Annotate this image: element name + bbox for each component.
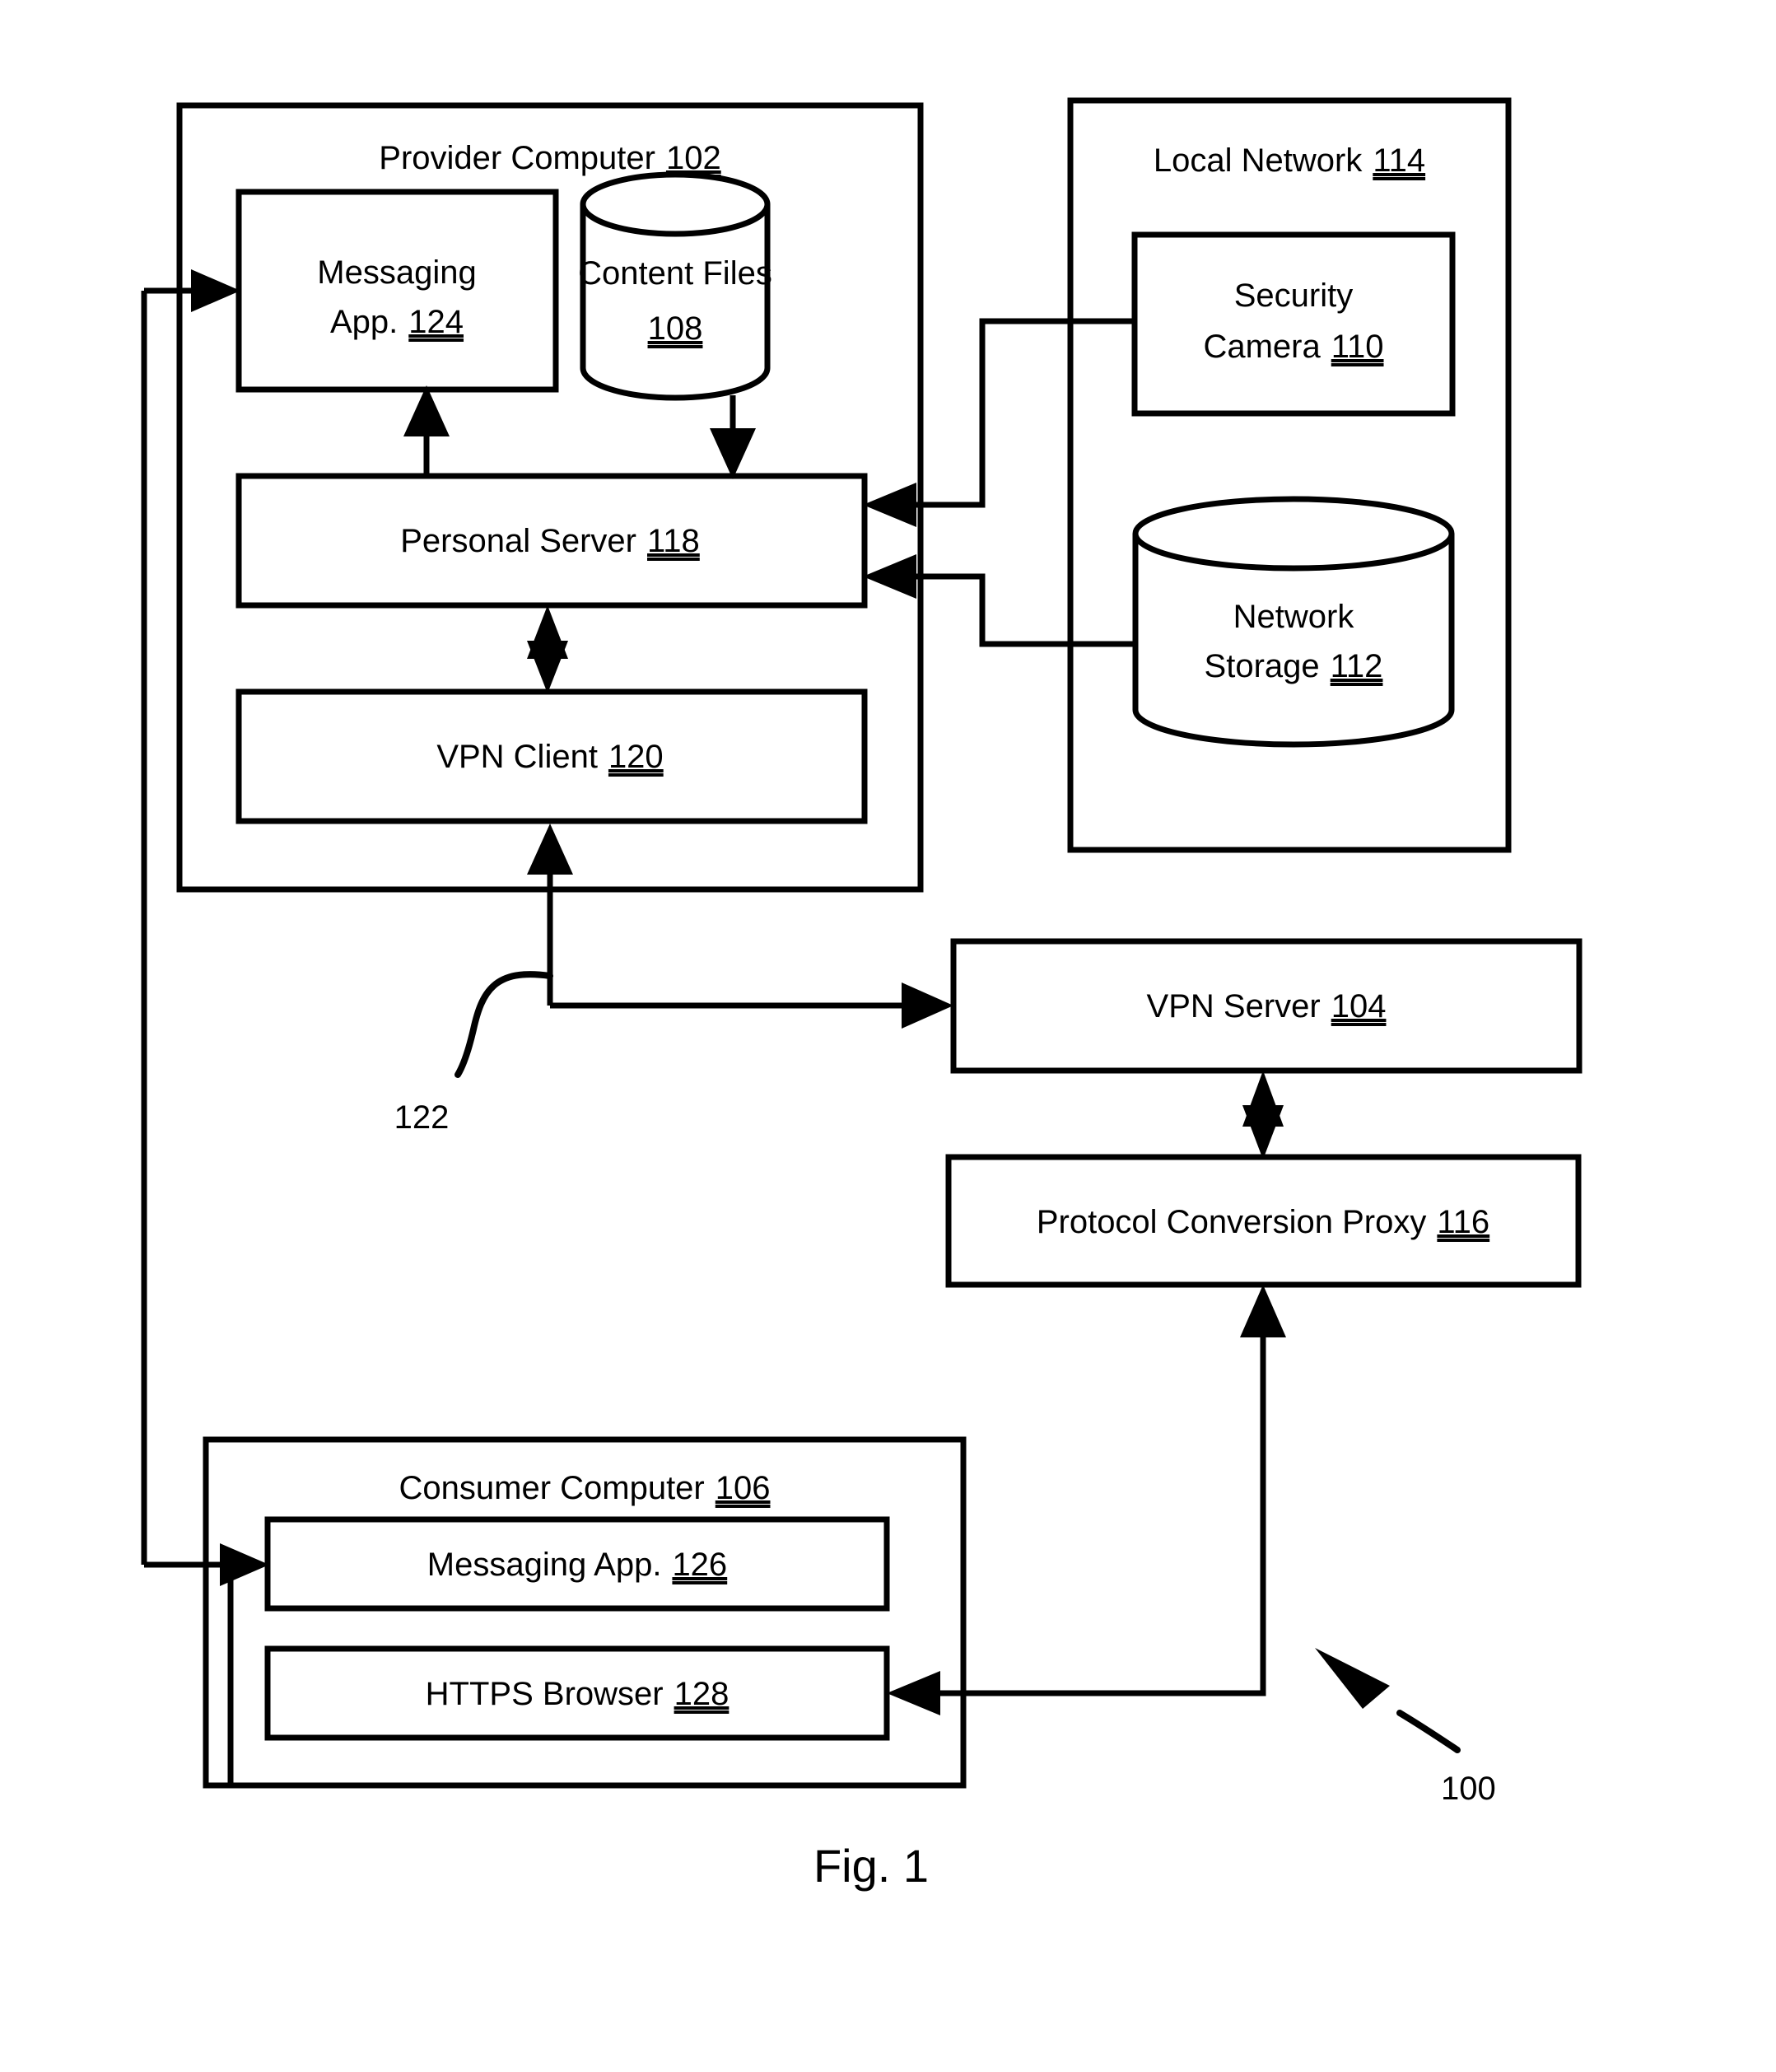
block-https-browser[interactable]: HTTPS Browser 128 [264,1645,890,1741]
provider-computer-ref: 102 [666,140,721,176]
connector-network-storage-to-personal-server [863,554,1135,647]
personal-server-label: Personal Server [400,523,636,559]
block-content-files[interactable]: Content Files 108 [578,171,772,401]
protocol-conversion-proxy-label: Protocol Conversion Proxy [1037,1204,1427,1240]
block-messaging-app-provider[interactable]: Messaging App. 124 [235,189,559,393]
messaging-app-provider-ref: 124 [408,304,464,340]
vpn-client-label: VPN Client [436,739,598,775]
vpn-client-ref: 120 [608,739,664,775]
https-browser-ref: 128 [674,1676,730,1712]
figure-root: Provider Computer 102 Messaging App. 124… [0,0,1776,2072]
arrowhead-up-icon [1240,1285,1286,1337]
connector-vpn-server-to-proxy [1242,1071,1284,1160]
leader-curve [1396,1710,1461,1753]
leader-label-122: 122 [394,1099,450,1136]
patent-figure-diagram: Provider Computer 102 Messaging App. 124… [141,97,1583,1892]
network-storage-label-line1: Network [1233,599,1355,635]
local-network-ref: 114 [1373,142,1425,179]
security-camera-label-line2: Camera [1203,329,1321,365]
leader-curve [454,971,553,1078]
messaging-app-provider-box[interactable] [235,189,559,393]
arrowhead-down-icon [1242,1105,1284,1160]
block-vpn-client[interactable]: VPN Client 120 [235,688,868,824]
arrowhead-right-icon [191,269,240,312]
vpn-server-label: VPN Server [1147,988,1321,1024]
https-browser-label: HTTPS Browser [426,1676,664,1712]
arrowhead-up-icon [403,385,450,436]
security-camera-ref: 110 [1331,329,1384,365]
leader-label-100: 100 [1441,1771,1496,1807]
messaging-app-provider-label-line2: App. [330,304,398,340]
network-storage-label-line2: Storage [1205,648,1320,684]
vpn-server-ref: 104 [1331,988,1387,1024]
arrowhead-left-icon [887,1671,940,1715]
connector-personal-server-to-vpn-client [527,605,568,693]
content-files-label: Content Files [578,255,772,292]
network-storage-ref: 112 [1331,648,1383,684]
arrowhead-right-icon [220,1543,269,1586]
connector-security-camera-to-personal-server [863,318,1135,527]
messaging-app-provider-label-line1: Messaging [317,254,476,291]
connector-tunnel-to-vpn-server [550,982,953,1029]
security-camera-box[interactable] [1131,231,1456,417]
connector-line [910,318,1135,508]
protocol-conversion-proxy-ref: 116 [1437,1204,1489,1240]
connector-personal-server-to-messaging-app [403,385,450,476]
arrowhead-down-icon [710,428,756,479]
messaging-app-consumer-ref: 126 [672,1547,727,1583]
connector-content-files-to-personal-server [710,395,756,479]
local-network-title: Local Network [1154,142,1363,179]
arrowhead-up-left-icon [1315,1648,1390,1709]
block-vpn-server[interactable]: VPN Server 104 [950,938,1583,1074]
figure-caption: Fig. 1 [813,1840,929,1892]
connector-line [935,1332,1266,1696]
network-storage-cylinder-top [1132,496,1455,572]
leader-system-100: 100 [1315,1648,1496,1807]
arrowhead-up-icon [527,824,573,875]
arrowhead-left-icon [863,554,916,599]
block-personal-server[interactable]: Personal Server 118 [235,473,868,609]
security-camera-label-line1: Security [1234,278,1354,314]
content-files-ref: 108 [648,310,703,347]
arrowhead-down-icon [527,641,568,693]
connector-line [910,573,1135,647]
block-security-camera[interactable]: Security Camera 110 [1131,231,1456,417]
provider-computer-title: Provider Computer [379,140,655,176]
arrowhead-right-icon [902,982,953,1029]
messaging-app-consumer-label: Messaging App. [427,1547,662,1583]
block-network-storage[interactable]: Network Storage 112 [1132,496,1455,748]
personal-server-ref: 118 [647,523,700,559]
leader-vpn-tunnel-122: 122 [394,971,553,1136]
block-messaging-app-consumer[interactable]: Messaging App. 126 [264,1516,890,1612]
connector-proxy-to-https-browser [887,1285,1286,1715]
consumer-computer-ref: 106 [716,1470,771,1506]
content-files-cylinder-top [580,171,771,237]
consumer-computer-title: Consumer Computer [399,1470,705,1506]
arrowhead-left-icon [863,483,916,527]
block-protocol-conversion-proxy[interactable]: Protocol Conversion Proxy 116 [945,1154,1582,1288]
